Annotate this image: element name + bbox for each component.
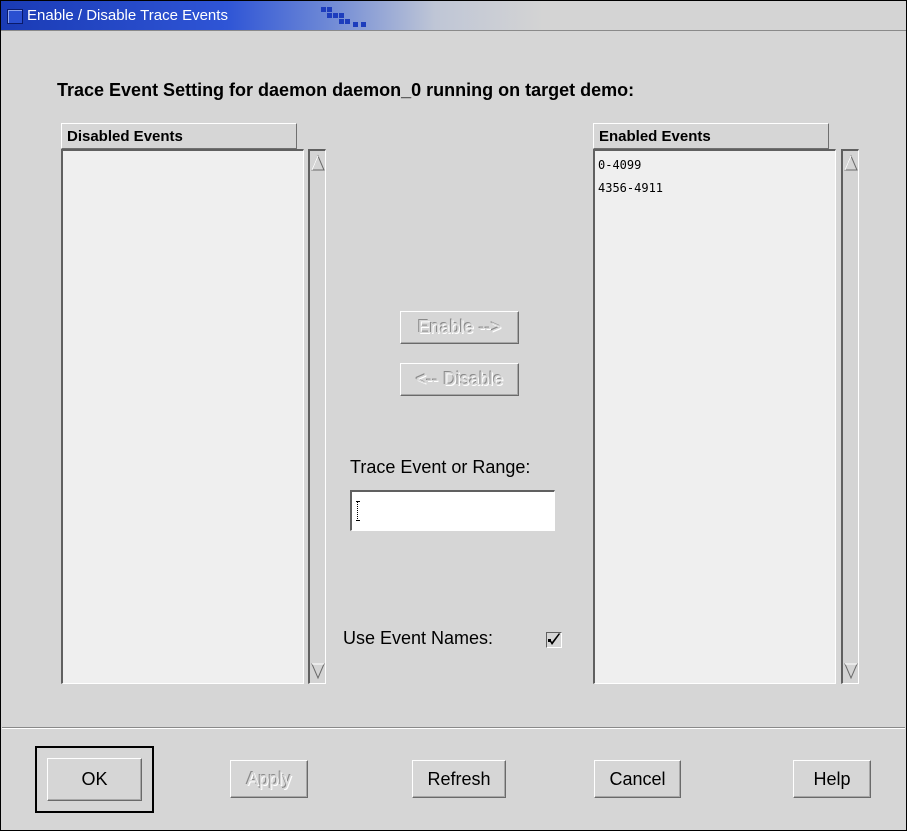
dialog-window: Enable / Disable Trace Events Trace Even…	[0, 0, 907, 831]
enabled-events-scrollbar[interactable]	[841, 149, 859, 684]
title-bar[interactable]: Enable / Disable Trace Events	[1, 1, 906, 31]
scroll-up-arrow-icon[interactable]	[844, 153, 858, 173]
refresh-button[interactable]: Refresh	[412, 760, 506, 798]
range-label: Trace Event or Range:	[350, 457, 531, 477]
enable-button[interactable]: Enable -->	[400, 311, 519, 344]
list-item[interactable]: 4356-4911	[595, 177, 835, 200]
disable-button[interactable]: <-- Disable	[400, 363, 519, 396]
enabled-events-header: Enabled Events	[593, 123, 829, 149]
text-caret	[356, 501, 360, 521]
scroll-down-arrow-icon[interactable]	[844, 661, 858, 681]
title-decoration-icon	[321, 5, 381, 27]
disabled-events-header: Disabled Events	[61, 123, 297, 149]
enabled-events-list[interactable]: 0-4099 4356-4911	[593, 149, 836, 684]
use-event-names-label: Use Event Names:	[343, 628, 494, 648]
disabled-events-list[interactable]	[61, 149, 304, 684]
dialog-heading: Trace Event Setting for daemon daemon_0 …	[57, 80, 635, 100]
window-icon[interactable]	[7, 9, 23, 24]
apply-button[interactable]: Apply	[230, 760, 308, 798]
checkmark-icon	[548, 633, 560, 645]
scroll-up-arrow-icon[interactable]	[311, 153, 325, 173]
help-button[interactable]: Help	[793, 760, 871, 798]
scroll-down-arrow-icon[interactable]	[311, 661, 325, 681]
list-item[interactable]: 0-4099	[595, 154, 835, 177]
window-title: Enable / Disable Trace Events	[27, 7, 228, 24]
disabled-events-scrollbar[interactable]	[308, 149, 326, 684]
range-input[interactable]	[350, 490, 555, 531]
button-separator	[2, 727, 905, 729]
cancel-button[interactable]: Cancel	[594, 760, 681, 798]
ok-button[interactable]: OK	[47, 758, 142, 801]
use-event-names-checkbox[interactable]	[546, 632, 562, 648]
